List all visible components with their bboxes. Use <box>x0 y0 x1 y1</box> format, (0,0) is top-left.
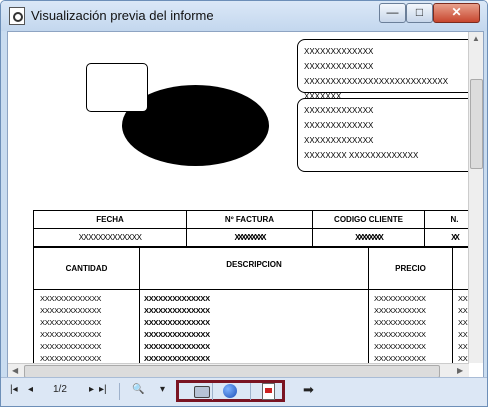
company-info-line: XXXXXXXXXXXXX <box>304 47 374 56</box>
line-cell: XXXXXXXXXXX <box>374 342 426 351</box>
scroll-right-arrow-icon[interactable]: ▶ <box>457 366 463 375</box>
vertical-scrollbar[interactable]: ▲ <box>468 32 483 363</box>
line-cell: XX <box>458 354 468 363</box>
line-cell: XXXXXXXXXXXXX <box>40 306 102 315</box>
report-page: XXXXXXXXXXXXX XXXXXXXXXXXXX XXXXXXXXXXXX… <box>8 32 469 363</box>
invoice-lines-table: CANTIDAD DESCRIPCION PRECIO XXXXXXXXXXXX… <box>33 247 469 363</box>
line-cell: XX <box>458 342 468 351</box>
line-cell: XXXXXXXXXXXXX <box>40 294 102 303</box>
line-cell: XXXXXXXXXXXXXX <box>144 354 210 363</box>
minimize-button[interactable]: — <box>379 3 406 23</box>
line-cell: XX <box>458 306 468 315</box>
preview-icon <box>9 7 25 25</box>
last-page-icon[interactable]: ▸| <box>99 384 107 395</box>
pdf-document-icon[interactable] <box>262 383 275 400</box>
line-cell: XXXXXXXXXXXXXX <box>144 330 210 339</box>
logo-frame <box>86 63 148 112</box>
header-extra-col <box>453 248 469 290</box>
toolbar-separator <box>212 383 213 400</box>
line-cell: XXXXXXXXXXX <box>374 318 426 327</box>
line-cell: XXXXXXXXXXXXX <box>40 330 102 339</box>
zoom-dropdown-icon[interactable]: ▾ <box>160 384 165 395</box>
line-cell: XXXXXXXXXXXXXX <box>144 318 210 327</box>
report-viewer: XXXXXXXXXXXXX XXXXXXXXXXXXX XXXXXXXXXXXX… <box>7 31 484 379</box>
header-fecha: FECHA <box>34 211 187 229</box>
prev-page-icon[interactable]: ◂ <box>28 384 33 395</box>
maximize-button[interactable]: □ <box>406 3 433 23</box>
client-info-box: XXXXXXXXXXXXX XXXXXXXXXXXXX XXXXXXXXXXXX… <box>297 98 469 172</box>
line-cell: XXXXXXXXXXXXX <box>40 342 102 351</box>
globe-export-icon[interactable] <box>223 384 237 398</box>
go-arrow-icon[interactable]: ➡ <box>303 382 314 398</box>
line-cell: XX <box>458 294 468 303</box>
client-info-line: XXXXXXXX XXXXXXXXXXXXX <box>304 151 419 160</box>
line-cell: XXXXXXXXXXXXXX <box>144 342 210 351</box>
preview-toolbar: |◂ ◂ 1/2 ▸ ▸| 🔍 ▾ ➡ <box>1 377 487 406</box>
line-cell: XXXXXXXXXXXXXX <box>144 294 210 303</box>
horizontal-scrollbar[interactable]: ◀ ▶ <box>8 363 469 378</box>
first-page-icon[interactable]: |◂ <box>10 384 18 395</box>
header-cantidad: CANTIDAD <box>34 248 140 290</box>
company-info-box: XXXXXXXXXXXXX XXXXXXXXXXXXX XXXXXXXXXXXX… <box>297 39 469 101</box>
line-cell: XXXXXXXXXXX <box>374 354 426 363</box>
line-cell: XXXXXXXXXXX <box>374 306 426 315</box>
company-info-line: XXXXXXXXXXXXX <box>304 62 374 71</box>
report-preview-window: Visualización previa del informe — □ ✕ X… <box>0 0 488 407</box>
scroll-up-arrow-icon[interactable]: ▲ <box>472 34 480 43</box>
header-factura: Nº FACTURA <box>187 211 313 229</box>
header-precio: PRECIO <box>369 248 453 290</box>
header-codigo-cliente: CODIGO CLIENTE <box>313 211 425 229</box>
scroll-left-arrow-icon[interactable]: ◀ <box>12 366 18 375</box>
header-extra: N. <box>425 211 469 229</box>
value-factura: XXXXXXXXX <box>187 229 313 247</box>
zoom-icon[interactable]: 🔍 <box>132 384 144 395</box>
client-info-line: XXXXXXXXXXXXX <box>304 136 374 145</box>
window-title: Visualización previa del informe <box>31 8 214 23</box>
line-cell: XXXXXXXXXXX <box>374 330 426 339</box>
value-extra: XX <box>425 229 469 247</box>
header-descripcion: DESCRIPCION <box>140 248 369 290</box>
vertical-scroll-thumb[interactable] <box>470 79 483 169</box>
printer-icon[interactable] <box>194 386 210 398</box>
toolbar-separator <box>250 383 251 400</box>
close-button[interactable]: ✕ <box>433 3 480 23</box>
line-cell: XXXXXXXXXXXXX <box>40 354 102 363</box>
title-bar: Visualización previa del informe — □ ✕ <box>1 1 487 31</box>
line-cell: XXXXXXXXXXX <box>374 294 426 303</box>
value-fecha: XXXXXXXXXXXXX <box>34 229 187 247</box>
line-cell: XXXXXXXXXXXXX <box>40 318 102 327</box>
client-info-line: XXXXXXXXXXXXX <box>304 106 374 115</box>
client-info-line: XXXXXXXXXXXXX <box>304 121 374 130</box>
page-indicator: 1/2 <box>53 384 67 395</box>
invoice-info-table: FECHA Nº FACTURA CODIGO CLIENTE N. XXXXX… <box>33 210 469 247</box>
next-page-icon[interactable]: ▸ <box>89 384 94 395</box>
line-cell: XX <box>458 318 468 327</box>
toolbar-separator <box>119 383 120 400</box>
line-cell: XXXXXXXXXXXXXX <box>144 306 210 315</box>
line-cell: XX <box>458 330 468 339</box>
value-codigo-cliente: XXXXXXXX <box>313 229 425 247</box>
